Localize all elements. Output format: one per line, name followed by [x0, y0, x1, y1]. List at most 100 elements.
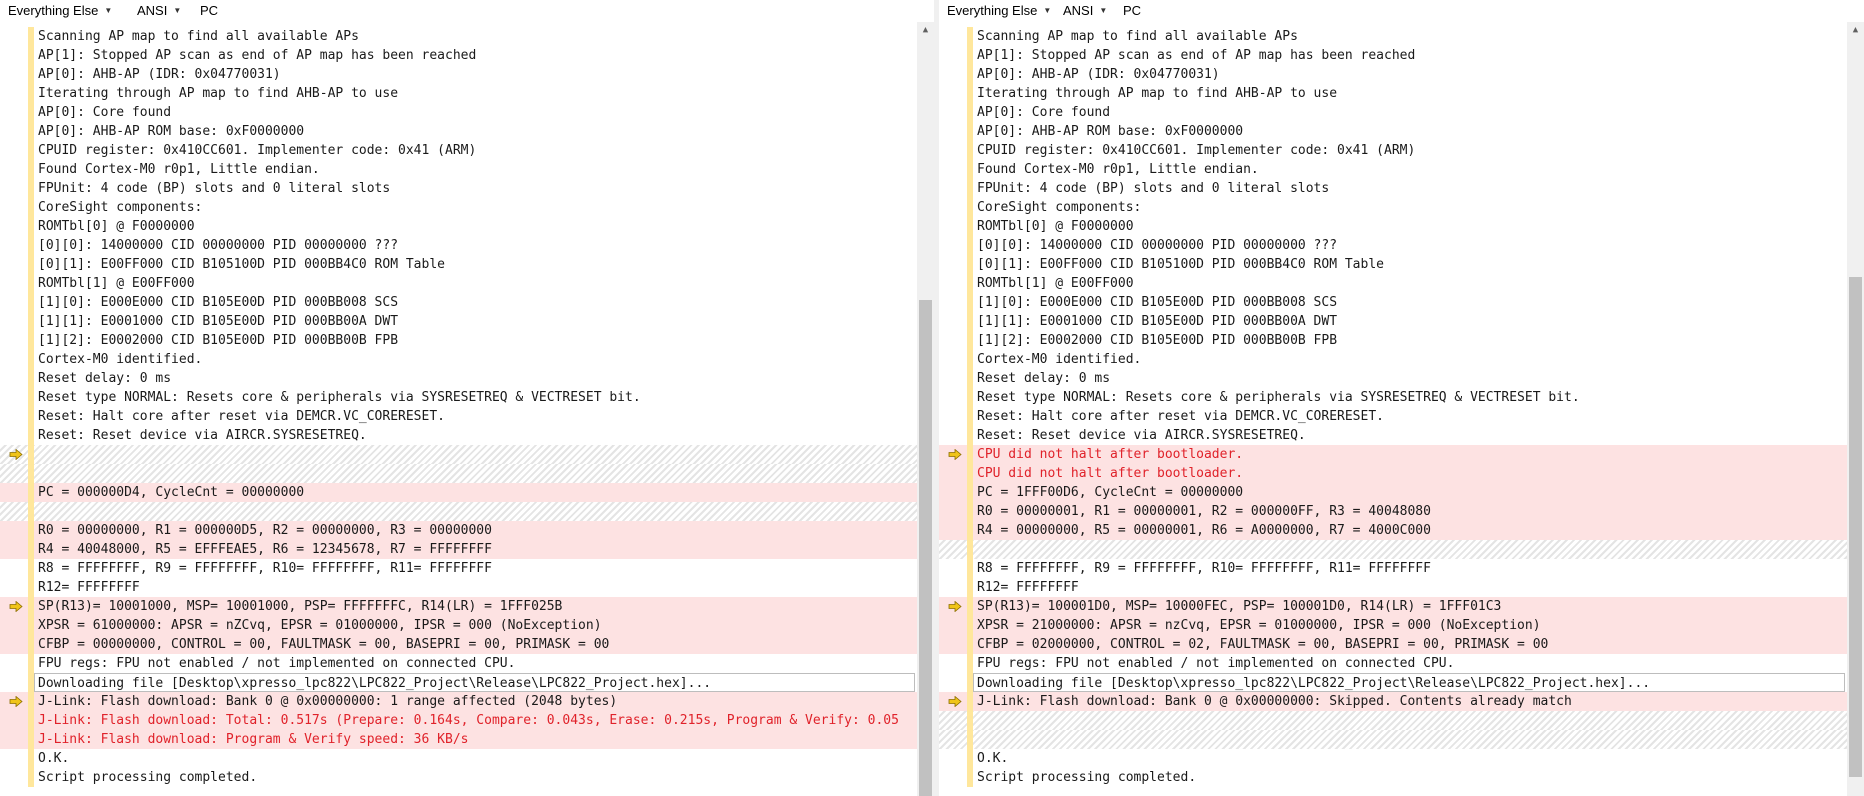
right-line: CPUID register: 0x410CC601. Implementer …: [939, 141, 1847, 160]
left-line: J-Link: Flash download: Bank 0 @ 0x00000…: [0, 692, 917, 711]
right-vertical-scrollbar[interactable]: ▲: [1847, 22, 1864, 796]
gutter-bar: [28, 198, 34, 217]
gutter-bar: [967, 768, 973, 787]
scroll-up-icon[interactable]: ▲: [917, 22, 934, 39]
right-line-text: CPU did not halt after bootloader.: [977, 447, 1244, 462]
diff-arrow-icon[interactable]: [9, 696, 23, 707]
scroll-up-icon[interactable]: ▲: [1847, 22, 1864, 39]
right-encoding-dropdown[interactable]: ANSI ▼: [1063, 3, 1107, 18]
left-line: Reset type NORMAL: Resets core & periphe…: [0, 388, 917, 407]
gutter-bar: [28, 578, 34, 597]
diff-arrow-icon[interactable]: [948, 601, 962, 612]
left-compare-pane: Everything Else ▼ ANSI ▼ PC Scanning AP ma…: [0, 0, 934, 796]
left-line: Reset delay: 0 ms: [0, 369, 917, 388]
left-line: AP[0]: Core found: [0, 103, 917, 122]
left-text-view[interactable]: Scanning AP map to find all available AP…: [0, 22, 917, 796]
right-line: [939, 540, 1847, 559]
right-line: FPUnit: 4 code (BP) slots and 0 literal …: [939, 179, 1847, 198]
chevron-down-icon: ▼: [1099, 6, 1108, 15]
gutter-bar: [967, 217, 973, 236]
left-line-text: FPUnit: 4 code (BP) slots and 0 literal …: [38, 181, 391, 196]
gutter-bar: [28, 236, 34, 255]
right-line-text: R8 = FFFFFFFF, R9 = FFFFFFFF, R10= FFFFF…: [977, 561, 1431, 576]
right-line-text: PC = 1FFF00D6, CycleCnt = 00000000: [977, 485, 1244, 500]
gutter-bar: [28, 293, 34, 312]
right-line: AP[1]: Stopped AP scan as end of AP map …: [939, 46, 1847, 65]
left-line: [0, 502, 917, 521]
right-line-text: R0 = 00000001, R1 = 00000001, R2 = 00000…: [977, 504, 1431, 519]
gutter-bar: [28, 711, 34, 730]
gutter-bar: [967, 198, 973, 217]
right-line-text: Reset delay: 0 ms: [977, 371, 1111, 386]
diff-arrow-icon[interactable]: [9, 601, 23, 612]
right-line-text: Reset type NORMAL: Resets core & periphe…: [977, 390, 1580, 405]
gutter-bar: [28, 388, 34, 407]
left-scroll-thumb[interactable]: [919, 300, 932, 796]
left-line-text: Reset type NORMAL: Resets core & periphe…: [38, 390, 641, 405]
left-line: J-Link: Flash download: Program & Verify…: [0, 730, 917, 749]
right-line-text: J-Link: Flash download: Bank 0 @ 0x00000…: [977, 694, 1572, 709]
left-line-text: AP[1]: Stopped AP scan as end of AP map …: [38, 48, 477, 63]
left-lineend-text: PC: [200, 3, 219, 18]
left-format-dropdown[interactable]: Everything Else ▼: [8, 3, 112, 18]
right-line-text: Iterating through AP map to find AHB-AP …: [977, 86, 1338, 101]
right-line: [1][1]: E0001000 CID B105E00D PID 000BB0…: [939, 312, 1847, 331]
gutter-bar: [28, 160, 34, 179]
right-line: J-Link: Flash download: Bank 0 @ 0x00000…: [939, 692, 1847, 711]
gutter-bar: [28, 255, 34, 274]
diff-arrow-icon[interactable]: [948, 696, 962, 707]
right-line: [939, 711, 1847, 730]
gutter-bar: [28, 141, 34, 160]
right-line: R0 = 00000001, R1 = 00000001, R2 = 00000…: [939, 502, 1847, 521]
right-line: Scanning AP map to find all available AP…: [939, 27, 1847, 46]
left-encoding-label: ANSI: [137, 3, 168, 18]
right-line: [1][0]: E000E000 CID B105E00D PID 000BB0…: [939, 293, 1847, 312]
right-text-view[interactable]: Scanning AP map to find all available AP…: [939, 22, 1847, 796]
gutter-bar: [967, 426, 973, 445]
right-line-text: CoreSight components:: [977, 200, 1142, 215]
left-line-text: R12= FFFFFFFF: [38, 580, 140, 595]
left-encoding-dropdown[interactable]: ANSI ▼: [137, 3, 181, 18]
right-line-text: Reset: Reset device via AIRCR.SYSRESETRE…: [977, 428, 1306, 443]
gutter-bar: [967, 711, 973, 730]
right-encoding-label: ANSI: [1063, 3, 1094, 18]
right-scroll-thumb[interactable]: [1849, 277, 1862, 777]
gutter-bar: [28, 407, 34, 426]
left-line-text: XPSR = 61000000: APSR = nZCvq, EPSR = 01…: [38, 618, 602, 633]
left-lineend-label[interactable]: PC: [200, 3, 218, 18]
right-lineend-label[interactable]: PC: [1123, 3, 1141, 18]
left-line-text: J-Link: Flash download: Bank 0 @ 0x00000…: [38, 694, 618, 709]
right-line-text: Reset: Halt core after reset via DEMCR.V…: [977, 409, 1384, 424]
gutter-bar: [967, 65, 973, 84]
left-line: Reset: Reset device via AIRCR.SYSRESETRE…: [0, 426, 917, 445]
gutter-bar: [28, 540, 34, 559]
right-line-text: CPU did not halt after bootloader.: [977, 466, 1244, 481]
left-line: CoreSight components:: [0, 198, 917, 217]
gutter-bar: [967, 521, 973, 540]
gutter-bar: [28, 350, 34, 369]
chevron-down-icon: ▼: [173, 6, 182, 15]
diff-arrow-icon[interactable]: [9, 449, 23, 460]
gutter-bar: [28, 65, 34, 84]
left-line-text: R8 = FFFFFFFF, R9 = FFFFFFFF, R10= FFFFF…: [38, 561, 492, 576]
gutter-bar: [28, 217, 34, 236]
gutter-bar: [28, 46, 34, 65]
right-line: Reset delay: 0 ms: [939, 369, 1847, 388]
gutter-bar: [967, 635, 973, 654]
left-vertical-scrollbar[interactable]: ▲: [917, 22, 934, 796]
left-line-text: Reset: Halt core after reset via DEMCR.V…: [38, 409, 445, 424]
diff-arrow-icon[interactable]: [948, 449, 962, 460]
right-line-text: XPSR = 21000000: APSR = nzCvq, EPSR = 01…: [977, 618, 1541, 633]
right-line-text: O.K.: [977, 751, 1009, 766]
left-line-text: Found Cortex-M0 r0p1, Little endian.: [38, 162, 320, 177]
left-line: Downloading file [Desktop\xpresso_lpc822…: [0, 673, 917, 692]
right-format-dropdown[interactable]: Everything Else ▼: [947, 3, 1051, 18]
left-toolbar: Everything Else ▼ ANSI ▼ PC: [0, 0, 934, 22]
right-line-text: AP[0]: Core found: [977, 105, 1111, 120]
gutter-bar: [28, 274, 34, 293]
left-line-text: Scanning AP map to find all available AP…: [38, 29, 359, 44]
chevron-down-icon: ▼: [1043, 6, 1052, 15]
gutter-bar: [967, 730, 973, 749]
left-line: FPU regs: FPU not enabled / not implemen…: [0, 654, 917, 673]
gutter-bar: [28, 654, 34, 673]
